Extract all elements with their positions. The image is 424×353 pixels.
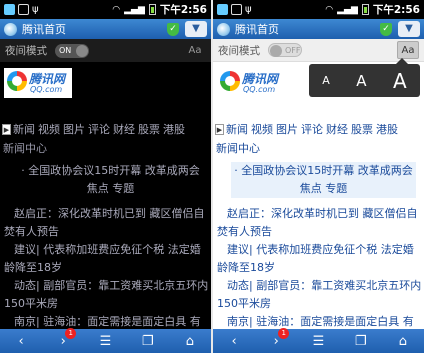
nav-item[interactable]: 财经 (326, 121, 348, 137)
nav-item[interactable]: 新闻 (226, 121, 248, 137)
globe-icon (4, 22, 17, 36)
notification-icon (18, 4, 29, 15)
qq-swirl-icon (7, 71, 27, 91)
nav-item[interactable]: 图片 (276, 121, 298, 137)
news-item[interactable]: 建议| 代表称加班费应免征个税 法定婚龄降至18岁 (217, 241, 422, 277)
font-size-popup: A A A (309, 58, 420, 97)
clock: 下午2:56 (159, 4, 207, 16)
section-title: 新闻中心 (3, 142, 47, 155)
page-title: 腾讯首页 (235, 23, 279, 36)
nav-item[interactable]: 港股 (163, 121, 185, 137)
font-small-button[interactable]: A (322, 74, 330, 87)
usb-icon: ψ (245, 4, 252, 15)
forward-icon[interactable]: › 1 (50, 327, 77, 349)
nav-item[interactable]: 评论 (301, 121, 323, 137)
clock: 下午2:56 (372, 4, 420, 16)
home-icon[interactable]: ⌂ (177, 334, 203, 349)
news-item[interactable]: 建议| 代表称加班费应免征个税 法定婚龄降至18岁 (4, 241, 209, 277)
nav-item[interactable]: 股票 (138, 121, 160, 137)
bottom-nav-bar: ‹ › 1 ☰ ❐ ⌂ (0, 327, 211, 353)
toggle-state: OFF (285, 46, 301, 55)
tabs-icon[interactable]: ❐ (135, 334, 161, 349)
logo-domain: QQ.com (30, 85, 63, 94)
shield-icon: ✓ (167, 22, 179, 36)
wifi-icon: ◠ (112, 4, 121, 15)
arrow-right-icon: ▶ (215, 123, 224, 135)
night-mode-label: 夜间模式 (218, 44, 260, 57)
day-mode-screen: ψ ◠ ▂▄▆ 下午2:56 腾讯首页 ✓ ▼ 夜间模式 OFF Aa 腾讯网 … (213, 0, 424, 353)
forward-icon[interactable]: › 1 (263, 327, 290, 349)
nav-item[interactable]: 图片 (63, 121, 85, 137)
chevron-down-icon[interactable]: ▼ (185, 21, 207, 37)
menu-icon[interactable]: ☰ (92, 334, 118, 349)
toggle-knob (76, 44, 88, 57)
app-icon (217, 4, 228, 15)
reading-toolbar: 夜间模式 OFF Aa (213, 39, 424, 62)
nav-item[interactable]: 港股 (376, 121, 398, 137)
nav-item[interactable]: 评论 (88, 121, 110, 137)
qq-logo[interactable]: 腾讯网 QQ.com (217, 68, 285, 98)
tabs-icon[interactable]: ❐ (348, 334, 374, 349)
night-mode-screen: ψ ◠ ▂▄▆ 下午2:56 腾讯首页 ✓ ▼ 夜间模式 ON Aa 腾讯网 Q… (0, 0, 211, 353)
news-item[interactable]: 赵启正：深化改革时机已到 藏区僧侣自焚有人预告 (4, 205, 209, 241)
signal-icon: ▂▄▆ (124, 4, 145, 15)
page-title: 腾讯首页 (22, 23, 66, 36)
nav-item[interactable]: 视频 (38, 121, 60, 137)
toggle-knob (270, 45, 282, 57)
font-medium-button[interactable]: A (356, 72, 366, 90)
status-bar: ψ ◠ ▂▄▆ 下午2:56 (0, 0, 211, 19)
bottom-nav-bar: ‹ › 1 ☰ ❐ ⌂ (213, 327, 424, 353)
nav-item[interactable]: 新闻 (13, 121, 35, 137)
wifi-icon: ◠ (325, 4, 334, 15)
chevron-down-icon[interactable]: ▼ (398, 21, 420, 37)
category-nav: ▶ 新闻 视频 图片 评论 财经 股票 港股 (2, 121, 211, 137)
app-icon (4, 4, 15, 15)
nav-item[interactable]: 视频 (251, 121, 273, 137)
back-icon[interactable]: ‹ (8, 334, 34, 349)
signal-icon: ▂▄▆ (337, 4, 358, 15)
news-list: 赵启正：深化改革时机已到 藏区僧侣自焚有人预告 建议| 代表称加班费应免征个税 … (217, 205, 422, 331)
notification-badge: 1 (65, 327, 77, 339)
shield-icon: ✓ (380, 22, 392, 36)
usb-icon: ψ (32, 4, 39, 15)
night-mode-toggle[interactable]: OFF (268, 43, 302, 57)
home-icon[interactable]: ⌂ (390, 334, 416, 349)
arrow-right-icon: ▶ (2, 123, 11, 135)
battery-icon (148, 4, 156, 15)
nav-item[interactable]: 财经 (113, 121, 135, 137)
font-size-button[interactable]: Aa (184, 42, 206, 60)
reading-toolbar: 夜间模式 ON Aa (0, 39, 211, 62)
menu-icon[interactable]: ☰ (305, 334, 331, 349)
section-title: 新闻中心 (216, 142, 260, 155)
news-item[interactable]: 动态| 副部官员：靠工资难买北京五环内150平米房 (4, 277, 209, 313)
status-bar: ψ ◠ ▂▄▆ 下午2:56 (213, 0, 424, 19)
news-list: 赵启正：深化改革时机已到 藏区僧侣自焚有人预告 建议| 代表称加班费应免征个税 … (4, 205, 209, 331)
news-item[interactable]: 动态| 副部官员：靠工资难买北京五环内150平米房 (217, 277, 422, 313)
night-mode-toggle[interactable]: ON (55, 43, 89, 58)
toggle-state: ON (59, 45, 72, 55)
back-icon[interactable]: ‹ (221, 334, 247, 349)
news-item[interactable]: 赵启正：深化改革时机已到 藏区僧侣自焚有人预告 (217, 205, 422, 241)
night-mode-label: 夜间模式 (5, 45, 47, 57)
qq-swirl-icon (220, 71, 240, 91)
category-nav: ▶ 新闻 视频 图片 评论 财经 股票 港股 (215, 121, 424, 137)
headline-link[interactable]: · 全国政协会议15时开幕 改革成两会焦点 专题 (18, 162, 203, 198)
notification-badge: 1 (278, 327, 290, 339)
font-large-button[interactable]: A (393, 69, 407, 93)
globe-icon (217, 22, 230, 36)
battery-icon (361, 4, 369, 15)
logo-domain: QQ.com (243, 85, 276, 94)
qq-logo[interactable]: 腾讯网 QQ.com (4, 68, 72, 98)
nav-item[interactable]: 股票 (351, 121, 373, 137)
title-bar: 腾讯首页 ✓ ▼ (213, 19, 424, 39)
notification-icon (231, 4, 242, 15)
title-bar: 腾讯首页 ✓ ▼ (0, 19, 211, 39)
headline-link[interactable]: · 全国政协会议15时开幕 改革成两会焦点 专题 (231, 162, 416, 198)
font-size-button[interactable]: Aa (397, 41, 419, 59)
